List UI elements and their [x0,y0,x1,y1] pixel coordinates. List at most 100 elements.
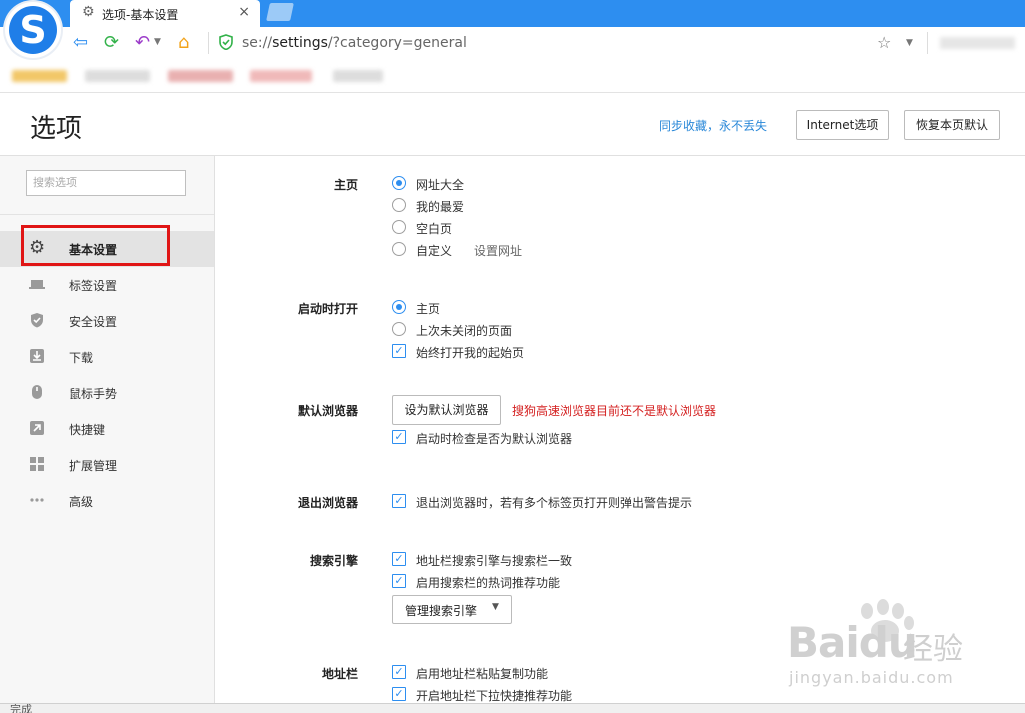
address-bar[interactable]: se://settings/?category=general [242,35,467,51]
sidebar-item-label: 鼠标手势 [69,387,118,401]
option-label: 地址栏搜索引擎与搜索栏一致 [416,554,573,568]
radio-button[interactable] [392,220,406,234]
homepage-label: 主页 [333,178,358,192]
startup-label: 启动时打开 [297,302,358,316]
watermark-url: jingyan.baidu.com [789,668,954,687]
secure-shield-icon [219,34,233,50]
watermark-cn: 经验 [903,632,963,667]
option-label: 网址大全 [416,178,465,192]
sidebar-item-download[interactable]: 下载 [0,339,214,375]
sidebar-item-label: 高级 [69,495,94,509]
option-label: 退出浏览器时，若有多个标签页打开则弹出警告提示 [416,496,693,510]
bookmarks-bar [0,60,1025,93]
tab-settings[interactable]: ⚙ 选项-基本设置 × [70,0,260,27]
more-icon [30,498,44,502]
gear-icon: ⚙ [82,4,95,20]
bookmark-item[interactable] [12,70,67,82]
reload-icon[interactable]: ⟳ [104,32,119,54]
close-tab-button[interactable]: × [238,4,250,20]
option-label: 我的最爱 [416,200,465,214]
sidebar-item-security[interactable]: 安全设置 [0,303,214,339]
restore-default-button[interactable]: 恢复本页默认 [904,110,1000,140]
checkbox[interactable]: ✓ [392,344,406,358]
sidebar-item-label: 扩展管理 [69,459,118,473]
highlight-outline [21,225,170,266]
chevron-down-icon: ▼ [492,602,499,612]
set-default-browser-button[interactable]: 设为默认浏览器 [392,395,501,425]
radio-button[interactable] [392,176,406,190]
option-label: 始终打开我的起始页 [416,346,525,360]
url-prefix: se:// [242,35,273,51]
option-label: 启用地址栏粘贴复制功能 [416,667,549,681]
shield-icon [31,313,43,328]
checkbox[interactable]: ✓ [392,430,406,444]
manage-search-engines-dropdown[interactable]: 管理搜索引擎 ▼ [392,595,512,624]
internet-options-button[interactable]: Internet选项 [796,110,889,140]
new-tab-button[interactable] [266,3,294,21]
bookmark-item[interactable] [168,70,233,82]
default-browser-label: 默认浏览器 [297,404,358,418]
sidebar-item-label: 安全设置 [69,315,118,329]
option-label: 启用搜索栏的热词推荐功能 [416,576,561,590]
navigation-bar: ⇦ ⟳ ↶ ▼ ⌂ [0,27,1025,60]
default-browser-warning: 搜狗高速浏览器目前还不是默认浏览器 [512,404,717,418]
option-label: 自定义 [416,244,453,258]
checkbox[interactable]: ✓ [392,665,406,679]
option-label: 空白页 [416,222,453,236]
extensions-icon [30,457,44,471]
dropdown-label: 管理搜索引擎 [405,604,478,618]
sidebar-item-advanced[interactable]: 高级 [0,483,214,519]
download-icon [30,349,44,363]
mouse-icon [32,385,42,399]
sidebar-item-extensions[interactable]: 扩展管理 [0,447,214,483]
back-icon[interactable]: ⇦ [73,32,88,54]
set-url-link[interactable]: 设置网址 [474,242,522,259]
option-label: 开启地址栏下拉快捷推荐功能 [416,689,573,703]
checkbox[interactable]: ✓ [392,494,406,508]
tab-title: 选项-基本设置 [102,8,179,22]
url-path: /?category=general [327,35,467,51]
url-host: settings [272,35,328,51]
tab-icon [29,280,45,289]
radio-button[interactable] [392,322,406,336]
sidebar-item-tabs[interactable]: 标签设置 [0,267,214,303]
checkbox[interactable]: ✓ [392,574,406,588]
divider [0,214,214,215]
bookmark-item[interactable] [333,70,383,82]
divider [927,32,928,54]
watermark-text: Baidu [787,618,918,667]
bookmark-item[interactable] [250,70,312,82]
sidebar-item-label: 快捷键 [69,423,106,437]
watermark-brand: Bai [787,618,860,667]
search-engine-label: 搜索引擎 [309,554,358,568]
sidebar-item-label: 下载 [69,351,94,365]
radio-button[interactable] [392,198,406,212]
search-input[interactable] [33,172,183,194]
bookmark-star-icon[interactable]: ☆ [877,33,891,52]
home-icon[interactable]: ⌂ [178,32,189,54]
option-label: 上次未关闭的页面 [416,324,513,338]
divider [208,32,209,54]
sidebar-item-mouse-gesture[interactable]: 鼠标手势 [0,375,214,411]
bookmark-item[interactable] [85,70,150,82]
option-label: 主页 [416,302,441,316]
shortcut-icon [30,421,44,435]
chevron-down-icon[interactable]: ▼ [906,38,913,48]
undo-close-icon[interactable]: ↶ [135,32,150,54]
exit-browser-label: 退出浏览器 [297,496,358,510]
address-bar-label: 地址栏 [321,667,358,681]
search-box [26,170,186,196]
sync-link[interactable]: 同步收藏，永不丢失 [659,117,767,134]
blurred-account-area [940,37,1015,49]
radio-button[interactable] [392,300,406,314]
logo-letter: S [19,8,47,52]
page-title: 选项 [30,114,83,144]
sidebar-item-shortcuts[interactable]: 快捷键 [0,411,214,447]
option-label: 启动时检查是否为默认浏览器 [416,432,573,446]
checkbox[interactable]: ✓ [392,687,406,701]
chevron-down-icon[interactable]: ▼ [154,37,161,47]
radio-button[interactable] [392,242,406,256]
checkbox[interactable]: ✓ [392,552,406,566]
browser-logo[interactable]: S [5,2,61,58]
sidebar-item-label: 标签设置 [69,279,118,293]
